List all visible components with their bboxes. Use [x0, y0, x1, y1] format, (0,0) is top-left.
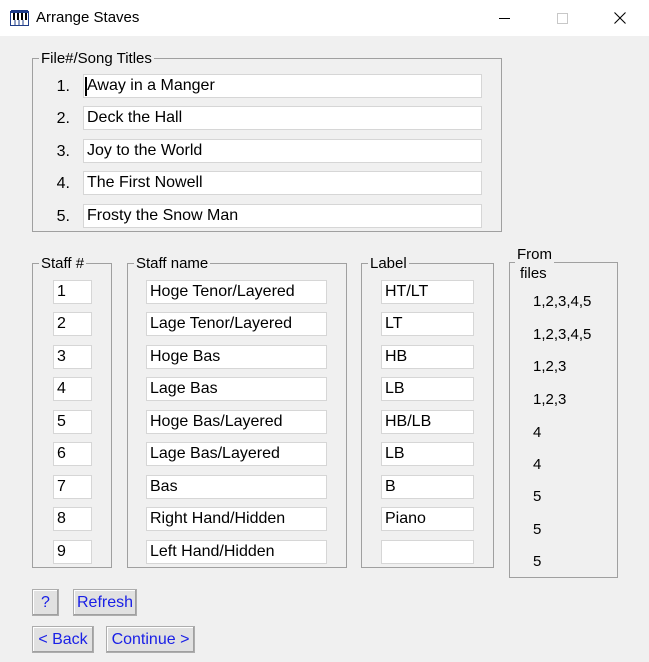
back-button[interactable]: < Back	[32, 626, 94, 653]
staff-name-input-7[interactable]	[146, 475, 327, 499]
staff-number-input-9[interactable]	[53, 540, 92, 564]
staff-name-input-5[interactable]	[146, 410, 327, 434]
staff-label-input-9[interactable]	[381, 540, 474, 564]
staff-label-input-1[interactable]	[381, 280, 474, 304]
staff-label-input-4[interactable]	[381, 377, 474, 401]
song-number: 3.	[56, 143, 70, 160]
staff-name-input-1[interactable]	[146, 280, 327, 304]
maximize-button[interactable]	[539, 0, 585, 36]
staff-name-input-3[interactable]	[146, 345, 327, 369]
song-title-input-1[interactable]	[83, 74, 482, 98]
staff-label-input-8[interactable]	[381, 507, 474, 531]
from-legend-line2: files	[520, 265, 547, 282]
label-legend: Label	[370, 255, 407, 272]
staff-number-input-7[interactable]	[53, 475, 92, 499]
staff-label-input-2[interactable]	[381, 312, 474, 336]
piano-keys-icon	[10, 10, 29, 26]
from-files-value: 1,2,3	[533, 358, 567, 375]
staff-number-input-4[interactable]	[53, 377, 92, 401]
song-number: 5.	[56, 208, 70, 225]
staff-number-input-8[interactable]	[53, 507, 92, 531]
from-files-value: 1,2,3,4,5	[533, 293, 592, 310]
from-files-legend: From	[515, 245, 554, 264]
staff-name-input-9[interactable]	[146, 540, 327, 564]
staff-name-legend: Staff name	[136, 255, 209, 272]
staff-name-input-2[interactable]	[146, 312, 327, 336]
from-files-value: 5	[533, 488, 542, 505]
staff-label-input-7[interactable]	[381, 475, 474, 499]
title-bar: Arrange Staves	[0, 0, 649, 36]
text-cursor	[85, 77, 87, 96]
refresh-button[interactable]: Refresh	[73, 589, 137, 616]
song-number: 1.	[56, 78, 70, 95]
from-files-value: 1,2,3	[533, 391, 567, 408]
staff-number-input-6[interactable]	[53, 442, 92, 466]
staff-number-legend: Staff #	[41, 255, 85, 272]
staff-number-input-5[interactable]	[53, 410, 92, 434]
staff-name-input-4[interactable]	[146, 377, 327, 401]
close-button[interactable]	[597, 0, 643, 36]
window-title: Arrange Staves	[36, 9, 140, 26]
close-icon	[614, 12, 626, 24]
staff-label-input-3[interactable]	[381, 345, 474, 369]
staff-label-input-6[interactable]	[381, 442, 474, 466]
staff-name-input-6[interactable]	[146, 442, 327, 466]
staff-number-input-1[interactable]	[53, 280, 92, 304]
song-title-input-5[interactable]	[83, 204, 482, 228]
staff-label-input-5[interactable]	[381, 410, 474, 434]
song-number: 4.	[56, 175, 70, 192]
song-title-input-3[interactable]	[83, 139, 482, 163]
from-files-value: 5	[533, 521, 542, 538]
from-legend-line1: From	[517, 246, 552, 263]
staff-number-input-2[interactable]	[53, 312, 92, 336]
from-files-value: 5	[533, 553, 542, 570]
maximize-icon	[556, 12, 568, 24]
minimize-button[interactable]	[481, 0, 527, 36]
song-title-input-4[interactable]	[83, 171, 482, 195]
staff-number-input-3[interactable]	[53, 345, 92, 369]
minimize-icon	[498, 17, 510, 19]
continue-button[interactable]: Continue >	[106, 626, 195, 653]
song-title-input-2[interactable]	[83, 106, 482, 130]
from-files-value: 4	[533, 424, 542, 441]
from-files-value: 1,2,3,4,5	[533, 326, 592, 343]
song-titles-legend: File#/Song Titles	[41, 50, 152, 67]
from-files-value: 4	[533, 456, 542, 473]
song-number: 2.	[56, 110, 70, 127]
help-button[interactable]: ?	[32, 589, 59, 616]
staff-name-input-8[interactable]	[146, 507, 327, 531]
